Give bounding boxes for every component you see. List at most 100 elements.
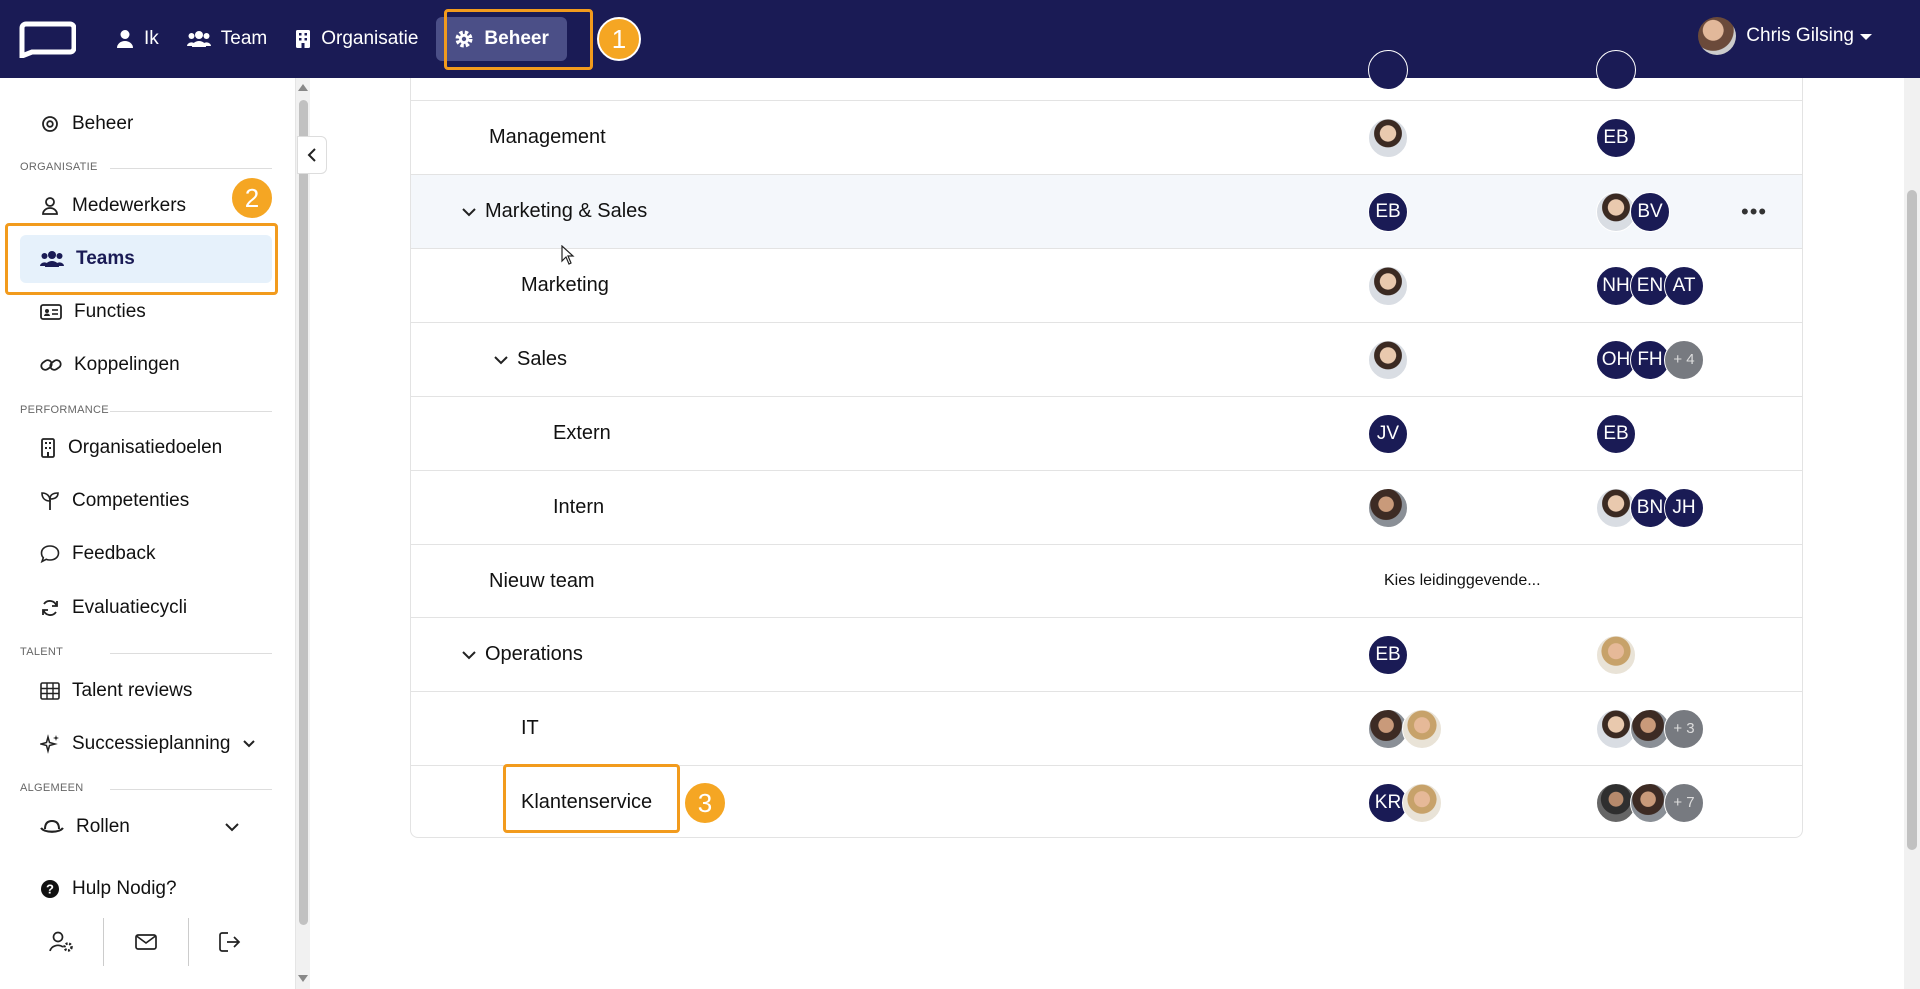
collapse-sidebar-button[interactable] — [297, 136, 327, 174]
avatar — [1368, 50, 1408, 90]
teams-table: Management EB Marketing & Sales EB BV ••… — [410, 50, 1803, 839]
avatar[interactable] — [1368, 117, 1408, 158]
more-options-icon[interactable]: ••• — [1741, 199, 1767, 225]
sidebar-scrollbar-thumb[interactable] — [299, 100, 308, 925]
more-members-badge[interactable]: + 4 — [1664, 339, 1704, 380]
avatar[interactable] — [1596, 634, 1636, 675]
nav-ik[interactable]: Ik — [102, 17, 173, 61]
team-leads — [1368, 339, 1408, 380]
id-card-icon — [40, 304, 62, 320]
team-leads — [1368, 117, 1408, 158]
nav-organisatie-label: Organisatie — [321, 28, 419, 49]
team-members: NH EN AT — [1596, 265, 1704, 306]
table-row[interactable]: Marketing NH EN AT — [411, 248, 1802, 322]
avatar[interactable]: EB — [1368, 634, 1408, 675]
team-name-wrapper[interactable]: Sales — [493, 348, 567, 371]
avatar[interactable]: AT — [1664, 265, 1704, 306]
grid-icon — [40, 682, 60, 700]
table-row[interactable]: IT + 3 — [411, 691, 1802, 765]
team-name[interactable]: Klantenservice — [521, 791, 652, 814]
avatar[interactable]: JV — [1368, 413, 1408, 454]
sidebar-item-beheer[interactable]: Beheer — [20, 100, 272, 148]
team-name[interactable]: IT — [521, 717, 539, 740]
team-members: BN JH — [1596, 487, 1704, 528]
nav-organisatie[interactable]: Organisatie — [281, 17, 432, 61]
avatar[interactable]: JH — [1664, 487, 1704, 528]
sidebar-item-label: Competenties — [72, 490, 190, 511]
team-name-wrapper[interactable]: Operations — [461, 643, 583, 666]
sidebar-footer — [20, 918, 272, 966]
table-row[interactable]: Intern BN JH — [411, 470, 1802, 544]
team-members — [1596, 634, 1636, 675]
main-scrollbar-thumb[interactable] — [1907, 190, 1917, 850]
seedling-icon — [41, 492, 59, 510]
team-name[interactable]: Intern — [553, 496, 604, 519]
sidebar-item-successieplanning[interactable]: Successieplanning — [20, 720, 272, 768]
scroll-up-arrow-icon[interactable] — [297, 82, 309, 92]
table-row[interactable]: Extern JV EB — [411, 396, 1802, 470]
user-menu[interactable]: Chris Gilsing — [1698, 17, 1872, 55]
chevron-down-icon[interactable] — [461, 207, 477, 217]
avatar[interactable]: BV — [1630, 191, 1670, 232]
team-leads — [1368, 487, 1408, 528]
team-members: OH FH + 4 — [1596, 339, 1704, 380]
team-members: BV — [1596, 191, 1670, 232]
team-name[interactable]: Management — [489, 126, 606, 149]
team-members: + 3 — [1596, 708, 1704, 749]
more-members-badge[interactable]: + 7 — [1664, 782, 1704, 823]
question-circle-icon: ? — [41, 880, 59, 898]
chevron-down-icon[interactable] — [493, 355, 509, 365]
chevron-down-icon[interactable] — [461, 650, 477, 660]
sidebar-item-label: Organisatiedoelen — [68, 437, 223, 458]
team-name[interactable]: Marketing — [521, 274, 609, 297]
mail-button[interactable] — [104, 918, 187, 966]
users-icon — [40, 251, 64, 267]
sidebar-item-competenties[interactable]: Competenties — [20, 477, 272, 525]
team-leads: EB — [1368, 634, 1408, 675]
scroll-down-arrow-icon[interactable] — [297, 974, 309, 984]
table-row[interactable]: Marketing & Sales EB BV ••• — [411, 174, 1802, 248]
hat-icon — [40, 819, 64, 833]
envelope-icon — [135, 934, 157, 950]
table-row[interactable]: Management EB — [411, 100, 1802, 174]
table-row[interactable]: Operations EB — [411, 617, 1802, 691]
team-name[interactable]: Nieuw team — [489, 570, 595, 593]
team-name[interactable]: Extern — [553, 422, 611, 445]
user-settings-button[interactable] — [20, 918, 103, 966]
sidebar-item-talent-reviews[interactable]: Talent reviews — [20, 667, 272, 715]
sidebar-item-label: Talent reviews — [72, 680, 193, 701]
sidebar-item-label: Feedback — [72, 543, 156, 564]
sidebar-item-evaluatiecycli[interactable]: Evaluatiecycli — [20, 584, 272, 632]
sidebar-item-functies[interactable]: Functies — [20, 288, 272, 336]
app-logo-icon[interactable] — [18, 19, 76, 59]
avatar[interactable] — [1368, 487, 1408, 528]
team-leads — [1368, 265, 1408, 306]
logout-button[interactable] — [189, 918, 272, 966]
user-gear-icon — [48, 931, 73, 952]
building-icon — [41, 438, 55, 458]
table-row[interactable]: Nieuw team Kies leidinggevende... — [411, 544, 1802, 617]
sidebar-item-label: Evaluatiecycli — [72, 597, 188, 618]
team-name-wrapper[interactable]: Marketing & Sales — [461, 200, 647, 223]
sidebar-item-koppelingen[interactable]: Koppelingen — [20, 341, 272, 389]
avatar[interactable] — [1402, 782, 1442, 823]
table-row[interactable]: Klantenservice KR + 7 — [411, 765, 1802, 839]
choose-manager-select[interactable]: Kies leidinggevende... — [1384, 572, 1541, 590]
sidebar-item-hulp[interactable]: ? Hulp Nodig? — [20, 865, 272, 913]
nav-beheer[interactable]: Beheer — [436, 17, 567, 61]
avatar[interactable]: EB — [1596, 413, 1636, 454]
avatar[interactable] — [1402, 708, 1442, 749]
more-members-badge[interactable]: + 3 — [1664, 708, 1704, 749]
chevron-down-icon — [225, 823, 239, 832]
nav-team[interactable]: Team — [173, 17, 281, 61]
sidebar-item-rollen[interactable]: Rollen — [20, 803, 272, 851]
table-row[interactable]: Sales OH FH + 4 — [411, 322, 1802, 396]
avatar[interactable] — [1368, 339, 1408, 380]
avatar[interactable]: EB — [1368, 191, 1408, 232]
sidebar-item-organisatiedoelen[interactable]: Organisatiedoelen — [20, 424, 272, 472]
svg-text:?: ? — [46, 882, 54, 897]
sidebar-item-feedback[interactable]: Feedback — [20, 530, 272, 578]
avatar[interactable]: EB — [1596, 117, 1636, 158]
sidebar-item-teams[interactable]: Teams — [20, 235, 272, 283]
avatar[interactable] — [1368, 265, 1408, 306]
